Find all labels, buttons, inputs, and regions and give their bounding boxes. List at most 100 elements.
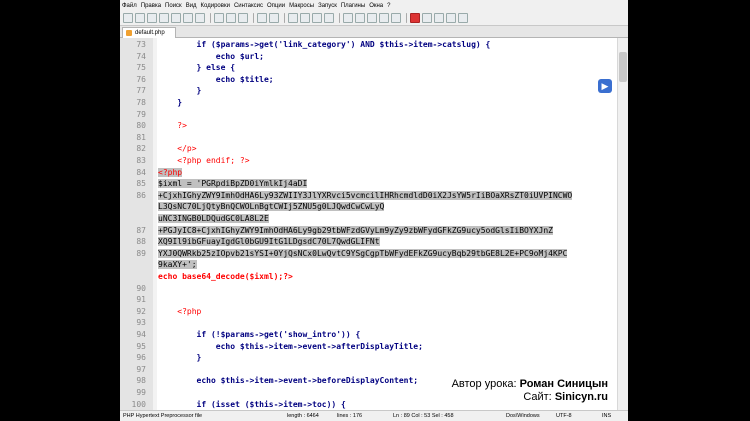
record-macro-icon[interactable] <box>410 13 420 23</box>
line-number: 80 <box>136 121 146 131</box>
run-macro-multiple-icon[interactable] <box>446 13 456 23</box>
tab-label: default.php <box>135 30 165 36</box>
line-number: 97 <box>136 364 146 374</box>
code-line: } else { <box>158 63 236 73</box>
line-number: 90 <box>136 283 146 293</box>
line-number: 85 <box>136 179 146 189</box>
line-number: 81 <box>136 132 146 142</box>
fold-margin[interactable] <box>153 38 157 410</box>
status-filetype: PHP Hypertext Preprocessor file <box>123 413 203 419</box>
undo-icon[interactable] <box>257 13 267 23</box>
menu-search[interactable]: Поиск <box>163 3 184 9</box>
status-bar: PHP Hypertext Preprocessor file length :… <box>120 410 628 421</box>
sync-scroll-icon[interactable] <box>343 13 353 23</box>
toolbar <box>120 11 628 26</box>
save-all-icon[interactable] <box>159 13 169 23</box>
code-line: echo $title; <box>158 74 274 84</box>
zoom-out-icon[interactable] <box>324 13 334 23</box>
menu-options[interactable]: Опции <box>265 3 287 9</box>
play-macro-icon[interactable] <box>434 13 444 23</box>
indent-guide-icon[interactable] <box>379 13 389 23</box>
code-line: 9kaXY+'; <box>158 260 197 270</box>
save-macro-icon[interactable] <box>458 13 468 23</box>
toolbar-separator <box>253 13 254 23</box>
code-line: if (isset ($this->item->toc)) { <box>158 399 346 409</box>
tab-default-php[interactable]: default.php <box>122 27 176 38</box>
cut-icon[interactable] <box>214 13 224 23</box>
file-icon <box>126 30 132 36</box>
screen-recorder-icon[interactable]: ▶ <box>598 79 612 93</box>
toolbar-separator <box>406 13 407 23</box>
code-line: } <box>158 98 183 107</box>
line-number: 74 <box>136 51 146 61</box>
menu-macros[interactable]: Макросы <box>287 3 316 9</box>
menu-bar: Файл Правка Поиск Вид Кодировки Синтакси… <box>120 0 628 11</box>
show-all-chars-icon[interactable] <box>367 13 377 23</box>
line-number: 86 <box>136 190 146 200</box>
zoom-in-icon[interactable] <box>312 13 322 23</box>
menu-plugins[interactable]: Плагины <box>339 3 367 9</box>
author-label: Автор урока: <box>451 378 517 390</box>
line-number: 100 <box>131 399 146 409</box>
line-number: 92 <box>136 306 146 316</box>
new-file-icon[interactable] <box>123 13 133 23</box>
code-editor[interactable]: 73 if ($params->get('link_category') AND… <box>120 38 628 420</box>
author-credit: Автор урока: Роман Синицын <box>452 378 608 390</box>
user-lang-icon[interactable] <box>391 13 401 23</box>
line-number: 99 <box>136 388 146 397</box>
line-number: 84 <box>136 167 146 177</box>
save-icon[interactable] <box>147 13 157 23</box>
code-line: } <box>158 86 202 96</box>
line-number: 76 <box>136 74 146 84</box>
line-number: 95 <box>136 341 146 351</box>
site-name: Sinicyn.ru <box>554 391 608 403</box>
status-eol: Dos\Windows <box>506 413 540 419</box>
menu-run[interactable]: Запуск <box>316 3 339 9</box>
line-number: 73 <box>136 40 146 49</box>
menu-encoding[interactable]: Кодировки <box>199 3 232 9</box>
menu-edit[interactable]: Правка <box>139 3 163 9</box>
line-number: 87 <box>136 225 146 235</box>
code-line: ?> <box>158 121 187 131</box>
menu-syntax[interactable]: Синтаксис <box>232 3 265 9</box>
scrollbar-thumb[interactable] <box>619 52 627 82</box>
line-number: 93 <box>136 318 146 328</box>
code-line: echo base64_decode($ixml);?> <box>158 272 293 281</box>
line-number: 75 <box>136 63 146 73</box>
site-label: Сайт: <box>523 391 552 403</box>
code-line: <?php endif; ?> <box>158 156 250 165</box>
open-file-icon[interactable] <box>135 13 145 23</box>
menu-file[interactable]: Файл <box>120 3 139 9</box>
line-number: 77 <box>136 86 146 96</box>
author-name: Роман Синицын <box>519 378 608 390</box>
replace-icon[interactable] <box>300 13 310 23</box>
line-number: 79 <box>136 109 146 119</box>
find-icon[interactable] <box>288 13 298 23</box>
status-position: Ln : 89 Col : 53 Sel : 458 <box>393 413 454 419</box>
redo-icon[interactable] <box>269 13 279 23</box>
code-line: YXJ0QWRkb25zIOpvb21sYSI+0YjQsNCx0LwQvtC9… <box>158 248 568 258</box>
line-number: 98 <box>136 376 146 386</box>
stop-macro-icon[interactable] <box>422 13 432 23</box>
menu-windows[interactable]: Окна <box>367 3 385 9</box>
menu-view[interactable]: Вид <box>184 3 199 9</box>
print-icon[interactable] <box>195 13 205 23</box>
line-number: 94 <box>136 330 146 339</box>
close-icon[interactable] <box>171 13 181 23</box>
code-line: if ($params->get('link_category') AND $t… <box>158 40 491 49</box>
code-line: if (!$params->get('show_intro')) { <box>158 330 361 339</box>
code-line: } <box>158 353 202 363</box>
close-all-icon[interactable] <box>183 13 193 23</box>
menu-help[interactable]: ? <box>385 3 392 9</box>
paste-icon[interactable] <box>238 13 248 23</box>
line-number: 82 <box>136 144 146 154</box>
code-line: +PGJyIC8+CjxhIGhyZWY9ImhOdHA6Ly9gb29tbWF… <box>158 225 553 235</box>
toolbar-separator <box>210 13 211 23</box>
code-line: +CjxhIGhyZWY9ImhOdHA6Ly93ZWIIY3JlYXRvci5… <box>158 190 573 200</box>
status-encoding: UTF-8 <box>556 413 572 419</box>
code-line: L3QsNC70LjQtyBnQCWOLnBgtCWIj5ZNU5g0LJQwd… <box>158 202 385 212</box>
vertical-scrollbar[interactable] <box>617 38 628 410</box>
copy-icon[interactable] <box>226 13 236 23</box>
line-number: 83 <box>136 156 146 165</box>
word-wrap-icon[interactable] <box>355 13 365 23</box>
